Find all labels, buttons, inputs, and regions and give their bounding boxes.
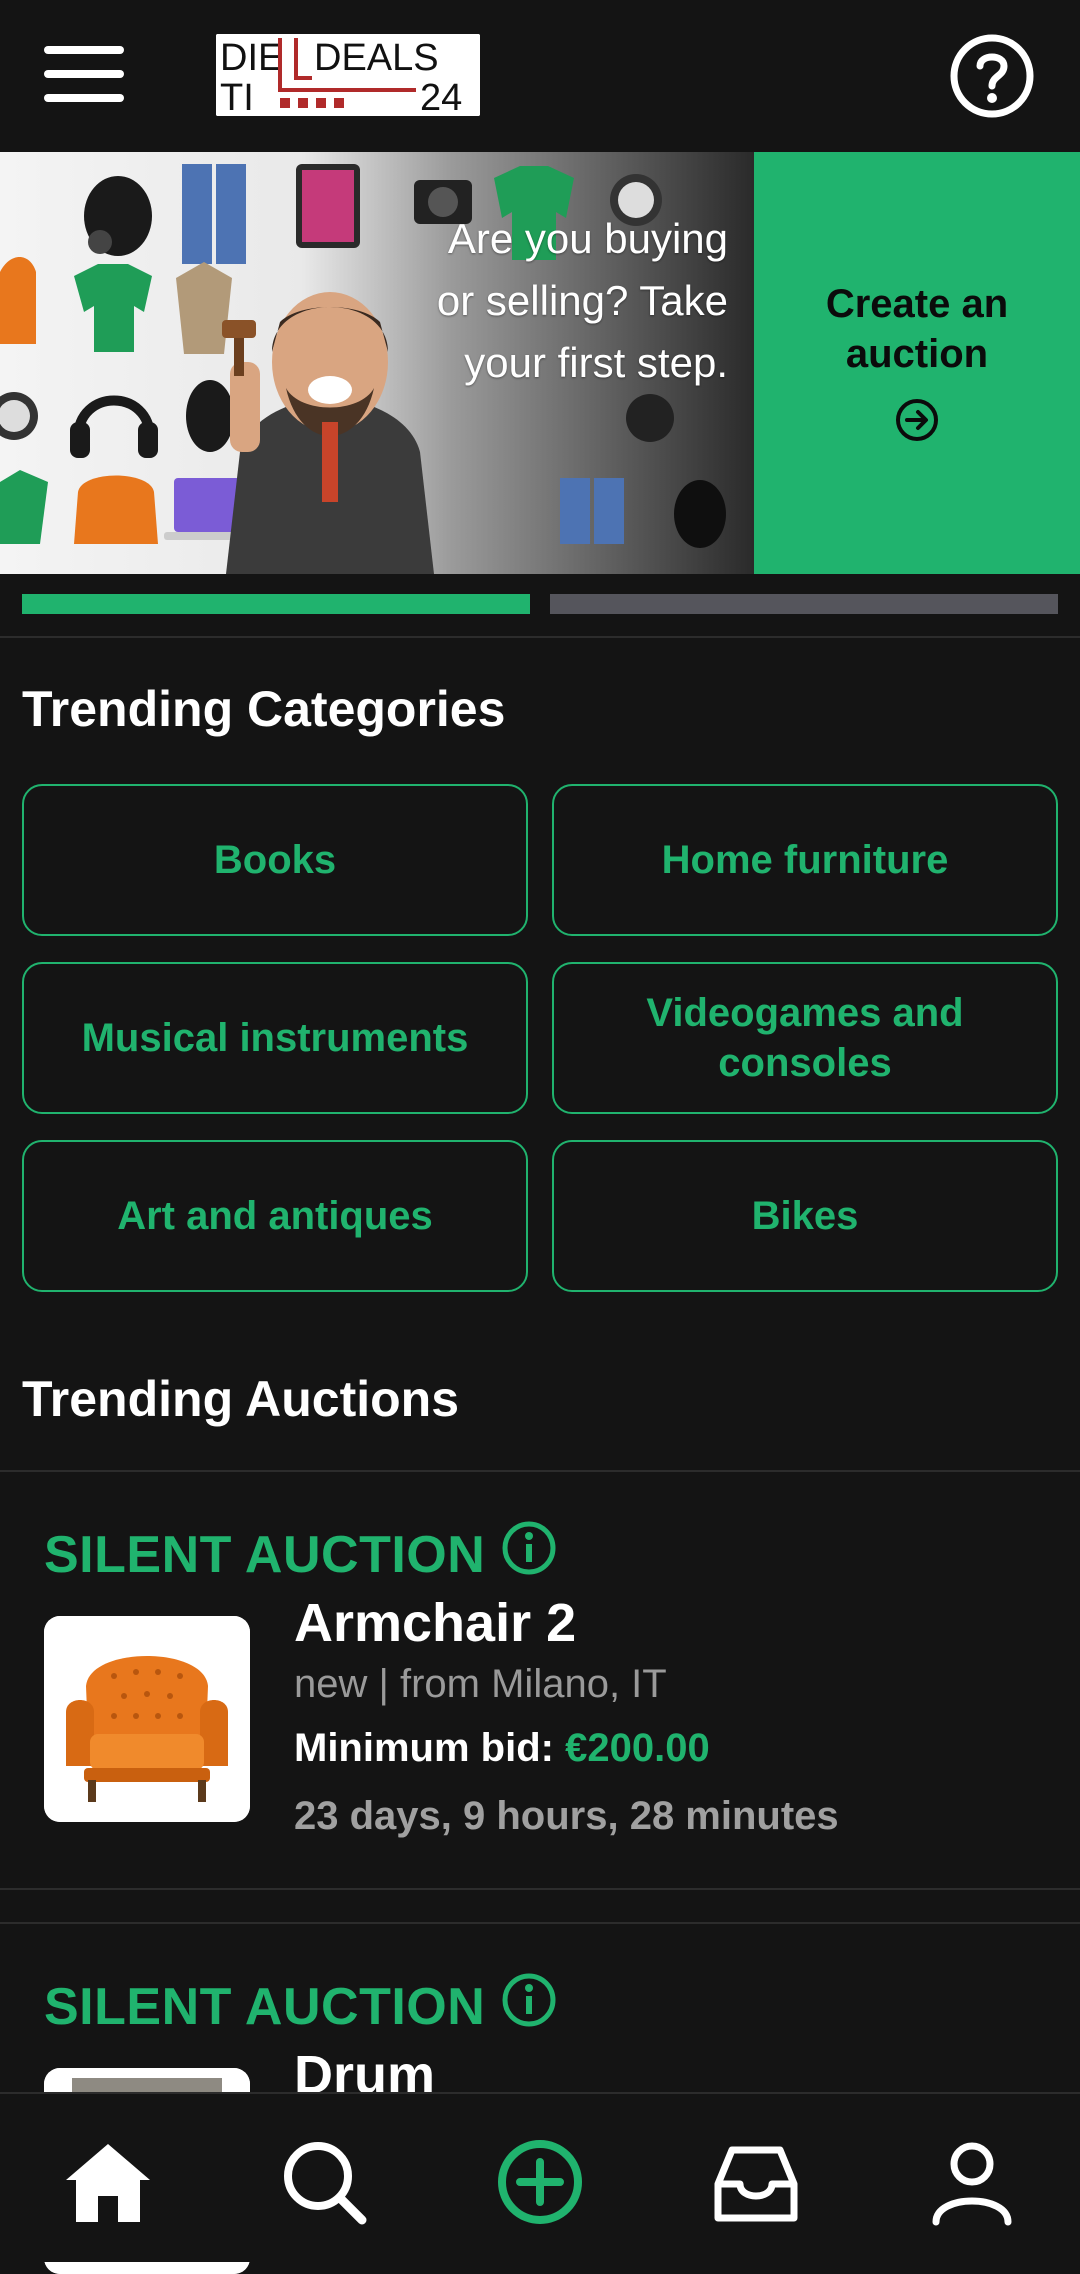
armchair-icon <box>74 475 158 544</box>
bottom-navigation <box>0 2092 1080 2262</box>
category-art-antiques[interactable]: Art and antiques <box>22 1140 528 1292</box>
hamburger-menu-icon[interactable] <box>40 42 128 106</box>
profile-icon[interactable] <box>924 2134 1020 2230</box>
search-icon[interactable] <box>276 2134 372 2230</box>
app-header: DIE DEALS TI 24 <box>0 0 1080 152</box>
armchair-image <box>44 1616 250 1822</box>
category-books[interactable]: Books <box>22 784 528 936</box>
carousel-indicator <box>22 594 1058 614</box>
motorbike-icon <box>84 176 152 256</box>
minimum-bid-label: Minimum bid: <box>294 1726 554 1770</box>
info-icon[interactable] <box>501 1972 557 2041</box>
banner-image: Are you buying or selling? Take your fir… <box>0 152 754 574</box>
sweater-icon <box>176 262 232 354</box>
logo-text-die: DIE <box>220 37 283 79</box>
create-auction-label: Create an auction <box>825 281 1009 376</box>
auction-card[interactable]: SILENT AUCTION Armchair 2 new | from Mil… <box>0 1470 1080 1890</box>
auctioneer-image <box>222 292 434 574</box>
category-bikes[interactable]: Bikes <box>552 1140 1058 1292</box>
shirt-icon <box>74 264 152 352</box>
auction-type-label: SILENT AUCTION <box>44 1972 557 2041</box>
promo-banner: Are you buying or selling? Take your fir… <box>0 152 1080 574</box>
category-home-furniture[interactable]: Home furniture <box>552 784 1058 936</box>
logo-text-ti: TI <box>220 77 254 116</box>
logo-text-24: 24 <box>420 77 462 116</box>
info-icon[interactable] <box>501 1520 557 1589</box>
inbox-icon[interactable] <box>708 2134 804 2230</box>
add-circle-icon[interactable] <box>492 2134 588 2230</box>
auction-condition-location: new | from Milano, IT <box>294 1662 667 1706</box>
banner-tagline: Are you buying or selling? Take your fir… <box>436 215 728 386</box>
armchair-icon <box>0 257 36 344</box>
trending-categories-title: Trending Categories <box>22 681 506 737</box>
auction-time-left: 23 days, 9 hours, 28 minutes <box>294 1794 839 1838</box>
carousel-dot-active[interactable] <box>22 594 530 614</box>
auction-minimum-bid: Minimum bid: €200.00 <box>294 1726 710 1771</box>
trending-auctions-title: Trending Auctions <box>22 1371 460 1427</box>
auction-thumbnail[interactable] <box>44 1616 250 1822</box>
auction-card[interactable]: SILENT AUCTION Drum <box>0 1922 1080 2274</box>
carousel-dot[interactable] <box>550 594 1058 614</box>
auction-type-label: SILENT AUCTION <box>44 1520 557 1589</box>
divider <box>0 636 1080 638</box>
category-musical-instruments[interactable]: Musical instruments <box>22 962 528 1114</box>
auction-type-text: SILENT AUCTION <box>44 1977 486 2036</box>
create-auction-button[interactable]: Create an auction <box>754 152 1080 574</box>
minimum-bid-amount: €200.00 <box>565 1726 710 1770</box>
home-icon[interactable] <box>60 2134 156 2230</box>
arrow-right-circle-icon <box>894 397 940 448</box>
auction-title[interactable]: Armchair 2 <box>294 1592 576 1654</box>
auction-type-text: SILENT AUCTION <box>44 1525 486 1584</box>
logo-text-deals: DEALS <box>314 37 439 79</box>
help-circle-icon[interactable] <box>948 32 1036 120</box>
category-videogames[interactable]: Videogames and consoles <box>552 962 1058 1114</box>
jeans-icon <box>182 164 246 264</box>
logo[interactable]: DIE DEALS TI 24 <box>216 34 480 116</box>
